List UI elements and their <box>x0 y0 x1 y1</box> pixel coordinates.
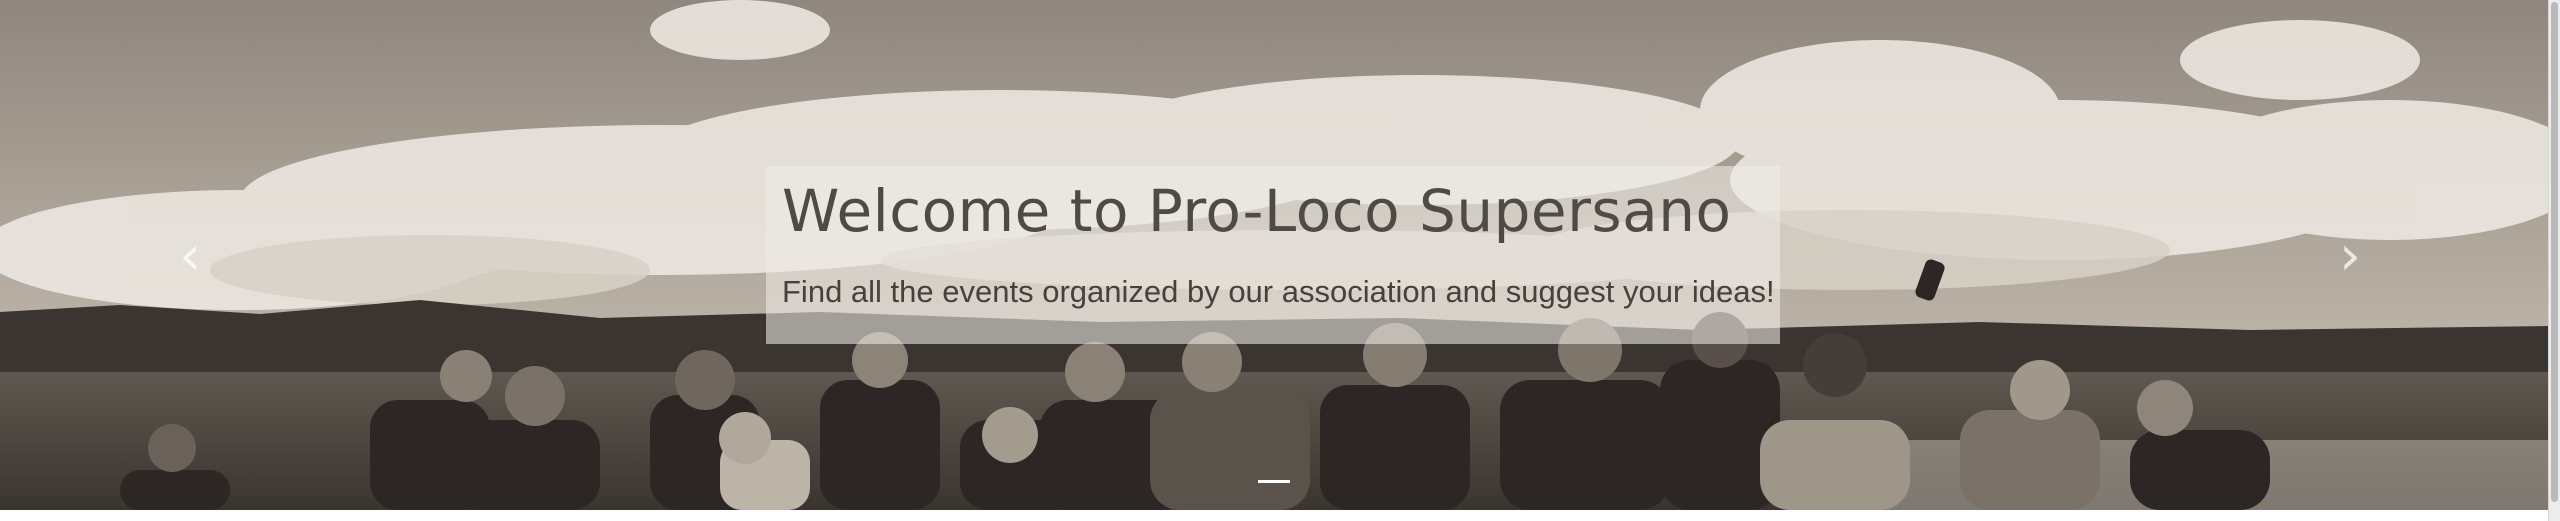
caption-text: Find all the events organized by our ass… <box>782 273 1775 309</box>
caption-title: Welcome to Pro-Loco Supersano <box>782 177 1732 245</box>
carousel-caption: Welcome to Pro-Loco Supersano Find all t… <box>766 166 1780 344</box>
chevron-left-icon: ‹ <box>179 224 201 287</box>
carousel-indicators <box>0 480 2548 483</box>
scrollbar-thumb[interactable] <box>2551 2 2558 502</box>
carousel-indicator[interactable] <box>1258 480 1290 483</box>
carousel-next-button[interactable]: › <box>2320 222 2380 290</box>
carousel-prev-button[interactable]: ‹ <box>160 222 220 290</box>
page-scrollbar[interactable] <box>2548 0 2560 521</box>
hero-carousel: Welcome to Pro-Loco Supersano Find all t… <box>0 0 2548 510</box>
chevron-right-icon: › <box>2339 224 2361 287</box>
